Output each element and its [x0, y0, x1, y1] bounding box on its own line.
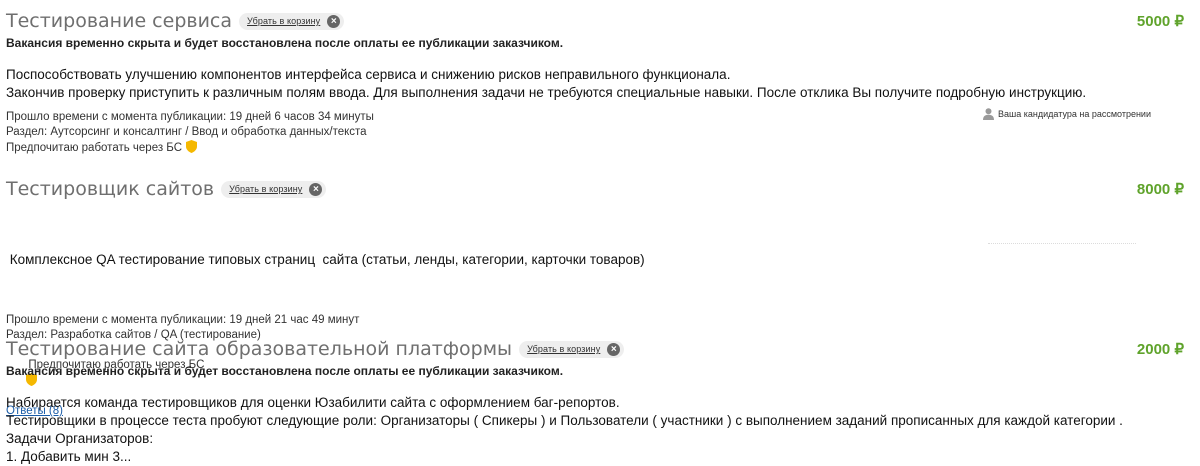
job-card: Тестирование сервиса Убрать в корзину × …	[6, 8, 1194, 156]
job-price: 8000 ₽	[1136, 181, 1184, 198]
job-description-line: Задачи Организаторов:	[6, 431, 154, 446]
job-description-line: Тестировщики в процессе теста пробуют сл…	[6, 413, 1123, 428]
remove-to-trash-button[interactable]: Убрать в корзину ×	[519, 340, 625, 358]
close-icon[interactable]: ×	[607, 342, 621, 356]
remove-to-trash-label[interactable]: Убрать в корзину	[247, 16, 320, 26]
job-hidden-notice: Вакансия временно скрыта и будет восстан…	[6, 36, 564, 50]
close-icon[interactable]: ×	[309, 182, 323, 196]
job-description: Набирается команда тестировщиков для оце…	[6, 394, 1194, 466]
job-section: Раздел: Аутсорсинг и консалтинг / Ввод и…	[6, 126, 367, 138]
job-price: 5000 ₽	[1136, 13, 1184, 30]
job-title[interactable]: Тестировщик сайтов	[6, 178, 214, 200]
job-description-line: Закончив проверку приступить к различным…	[6, 85, 1087, 100]
remove-to-trash-button[interactable]: Убрать в корзину ×	[239, 12, 345, 30]
job-card: Тестирование сайта образовательной платф…	[6, 336, 1194, 466]
shield-icon	[186, 140, 198, 153]
job-title-row: Тестирование сайта образовательной платф…	[6, 336, 1194, 362]
remove-to-trash-label[interactable]: Убрать в корзину	[527, 344, 600, 354]
remove-to-trash-button[interactable]: Убрать в корзину ×	[221, 180, 327, 198]
job-preference-label: Предпочитаю работать через БС	[6, 142, 183, 154]
person-icon	[983, 108, 995, 120]
close-icon[interactable]: ×	[327, 14, 341, 28]
job-title[interactable]: Тестирование сайта образовательной платф…	[6, 338, 512, 360]
job-elapsed: Прошло времени с момента публикации: 19 …	[6, 314, 360, 326]
job-description: Комплексное QA тестирование типовых стра…	[6, 215, 1194, 305]
job-description-line: Набирается команда тестировщиков для оце…	[6, 395, 620, 410]
divider	[988, 243, 1136, 244]
job-description-line: Комплексное QA тестирование типовых стра…	[6, 252, 645, 267]
job-title[interactable]: Тестирование сервиса	[6, 10, 232, 32]
candidacy-status-label: Ваша кандидатура на рассмотрении	[998, 109, 1151, 119]
job-description-line: Поспособствовать улучшению компонентов и…	[6, 67, 731, 82]
job-hidden-notice: Вакансия временно скрыта и будет восстан…	[6, 364, 564, 378]
candidacy-status: Ваша кандидатура на рассмотрении	[983, 108, 1151, 120]
job-description: Поспособствовать улучшению компонентов и…	[6, 66, 1194, 102]
remove-to-trash-label[interactable]: Убрать в корзину	[229, 184, 302, 194]
job-title-row: Тестировщик сайтов Убрать в корзину ×	[6, 176, 1194, 202]
job-preference: Предпочитаю работать через БС	[6, 140, 1194, 156]
job-title-row: Тестирование сервиса Убрать в корзину ×	[6, 8, 1194, 34]
job-description-line: 1. Добавить мин 3...	[6, 449, 132, 464]
job-price: 2000 ₽	[1136, 341, 1184, 358]
